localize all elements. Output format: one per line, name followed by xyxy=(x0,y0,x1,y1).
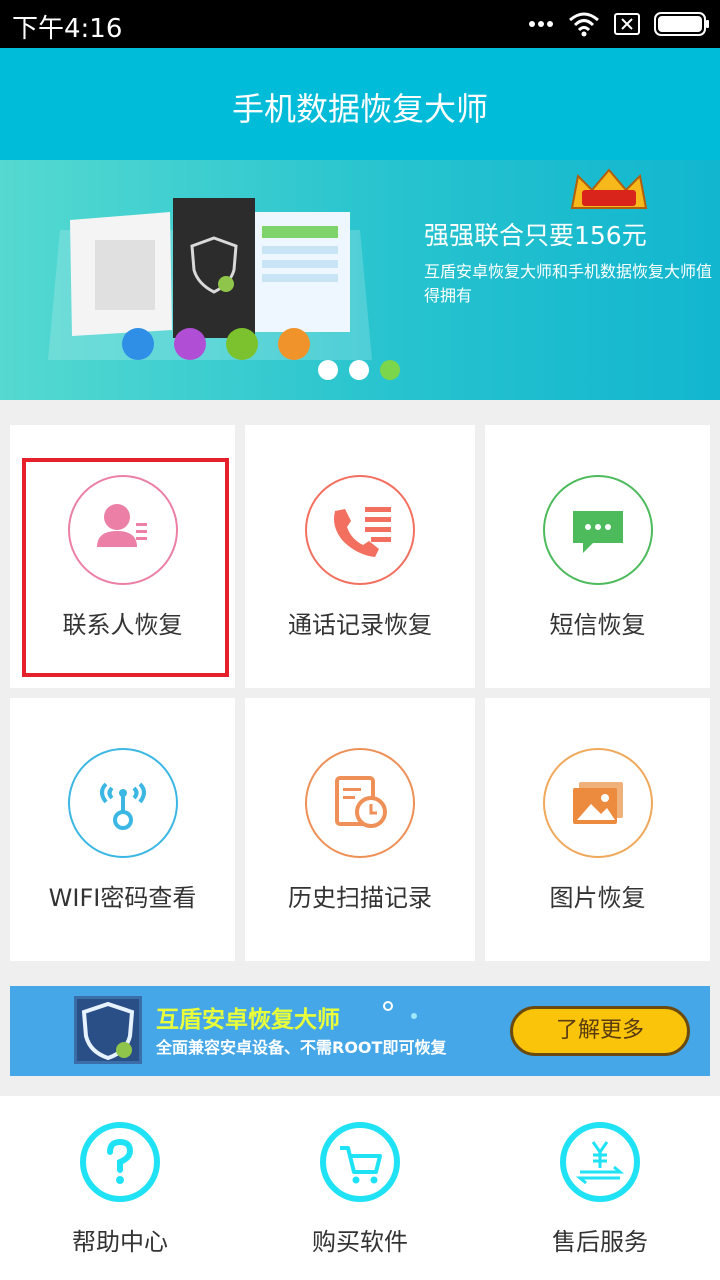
tile-label: 短信恢复 xyxy=(549,611,646,639)
carousel-dot[interactable] xyxy=(318,360,338,380)
status-bar: 下午4:16 xyxy=(0,0,720,48)
wifi-key-icon xyxy=(99,782,146,830)
bottom-nav: 帮助中心 购买软件 售后服务 xyxy=(0,1096,720,1280)
title-bar: 手机数据恢复大师 xyxy=(0,48,720,160)
tile-label: 历史扫描记录 xyxy=(288,884,432,912)
carousel-dot-active[interactable] xyxy=(380,360,400,380)
buy-software-button[interactable]: 购买软件 xyxy=(240,1096,480,1280)
sim-off-icon xyxy=(614,13,640,35)
tile-label: WIFI密码查看 xyxy=(48,884,197,912)
help-center-button[interactable]: 帮助中心 xyxy=(0,1096,240,1280)
banner-subtitle: 互盾安卓恢复大师和手机数据恢复大师值得拥有 xyxy=(424,262,713,305)
page-title: 手机数据恢复大师 xyxy=(231,90,488,128)
learn-more-button[interactable]: 了解更多 xyxy=(510,1006,690,1056)
status-icons xyxy=(528,10,710,38)
yuan-exchange-icon xyxy=(575,1141,625,1185)
ad-banner[interactable]: 互盾安卓恢复大师 全面兼容安卓设备、不需ROOT即可恢复 了解更多 xyxy=(10,986,710,1076)
tile-wifi-password[interactable]: WIFI密码查看 xyxy=(10,698,235,961)
sms-icon xyxy=(572,511,623,553)
banner-headline: 强强联合只要156元 xyxy=(424,221,647,250)
help-center-label: 帮助中心 xyxy=(72,1228,168,1256)
tile-call-log-recovery[interactable]: 通话记录恢复 xyxy=(245,425,475,688)
more-dots-icon xyxy=(529,21,553,27)
history-icon xyxy=(335,776,387,828)
status-time: 下午4:16 xyxy=(12,14,123,44)
tile-label: 图片恢复 xyxy=(549,884,646,912)
bubble-decoration xyxy=(383,1001,417,1019)
banner-illustration xyxy=(48,198,372,360)
photo-icon xyxy=(572,782,623,824)
ad-title: 互盾安卓恢复大师 xyxy=(156,1007,340,1033)
after-sales-button[interactable]: 售后服务 xyxy=(480,1096,720,1280)
cart-icon xyxy=(340,1146,382,1184)
promo-banner[interactable]: 强强联合只要156元 互盾安卓恢复大师和手机数据恢复大师值得拥有 xyxy=(0,160,720,400)
battery-icon xyxy=(654,12,709,36)
tile-label: 通话记录恢复 xyxy=(288,611,432,639)
tile-scan-history[interactable]: 历史扫描记录 xyxy=(245,698,475,961)
question-icon xyxy=(107,1138,134,1184)
buy-software-label: 购买软件 xyxy=(312,1228,408,1256)
shield-logo-icon xyxy=(74,996,142,1064)
carousel-dot[interactable] xyxy=(349,360,369,380)
after-sales-label: 售后服务 xyxy=(552,1228,648,1256)
wifi-icon xyxy=(569,12,599,37)
call-log-icon xyxy=(334,507,391,557)
crown-badge-icon xyxy=(570,168,648,209)
tile-photo-recovery[interactable]: 图片恢复 xyxy=(485,698,710,961)
tile-sms-recovery[interactable]: 短信恢复 xyxy=(485,425,710,688)
selection-highlight xyxy=(22,458,229,677)
